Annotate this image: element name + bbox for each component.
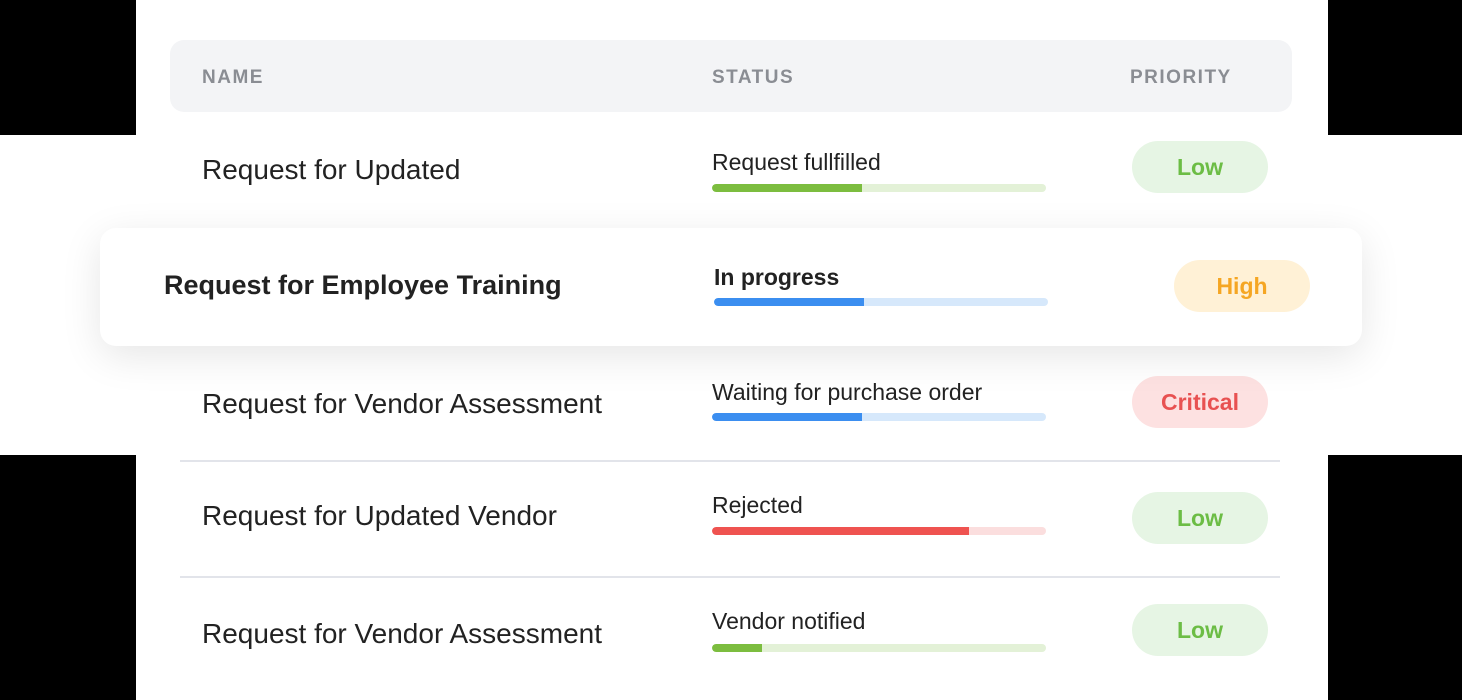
status-progress-fill: [712, 184, 863, 192]
status-progress-bar: [712, 644, 1046, 652]
column-header-priority: PRIORITY: [1130, 67, 1232, 88]
request-name: Request for Updated Vendor: [202, 500, 557, 531]
requests-table: NAME STATUS PRIORITY Request for Updated…: [136, 0, 1328, 700]
status-text: Waiting for purchase order: [712, 379, 983, 405]
priority-badge: Low: [1132, 492, 1268, 544]
status-text: In progress: [714, 264, 840, 290]
status-progress-bar: [714, 298, 1048, 306]
table-row[interactable]: Request for Vendor Assessment Vendor not…: [136, 578, 1328, 690]
priority-badge: High: [1174, 260, 1310, 312]
status-text: Vendor notified: [712, 608, 866, 634]
status-progress-fill: [712, 413, 863, 421]
request-name: Request for Vendor Assessment: [202, 618, 602, 649]
table-row[interactable]: Request for Updated Vendor Rejected Low: [136, 462, 1328, 574]
table-row[interactable]: Request for Vendor Assessment Waiting fo…: [136, 346, 1328, 458]
status-progress-bar: [712, 184, 1046, 192]
request-name: Request for Updated: [202, 154, 461, 185]
request-name: Request for Vendor Assessment: [202, 388, 602, 419]
status-progress-fill: [712, 644, 763, 652]
status-progress-fill: [712, 527, 970, 535]
column-header-status: STATUS: [712, 67, 795, 88]
status-progress-bar: [712, 527, 1046, 535]
table-row[interactable]: Request for Updated Request fullfilled L…: [136, 112, 1328, 224]
request-name: Request for Employee Training: [164, 270, 562, 300]
priority-badge: Critical: [1132, 376, 1268, 428]
status-progress-bar: [712, 413, 1046, 421]
column-header-name: NAME: [202, 67, 264, 88]
status-text: Rejected: [712, 492, 803, 518]
priority-badge: Low: [1132, 141, 1268, 193]
table-row-highlighted[interactable]: Request for Employee Training In progres…: [100, 228, 1362, 346]
priority-badge: Low: [1132, 604, 1268, 656]
table-header: NAME STATUS PRIORITY: [170, 40, 1292, 112]
status-text: Request fullfilled: [712, 149, 881, 175]
status-progress-fill: [714, 298, 865, 306]
